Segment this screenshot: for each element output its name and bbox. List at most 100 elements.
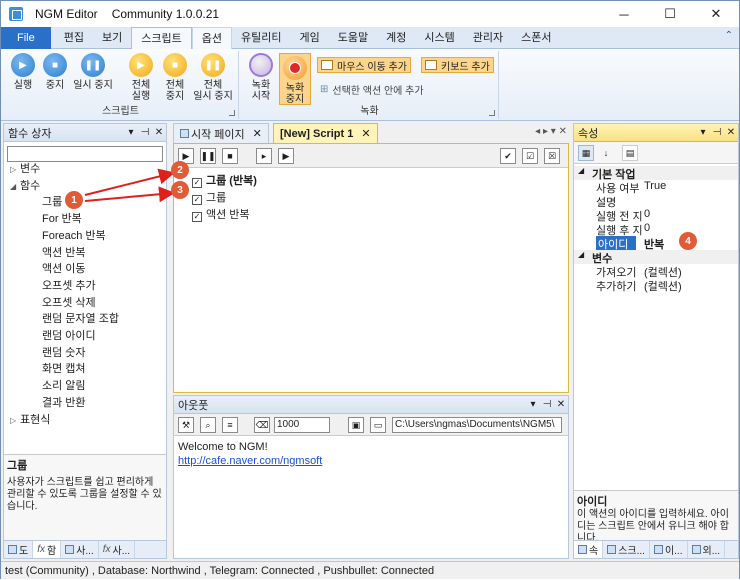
tab-images[interactable]: 이... <box>650 541 688 558</box>
uncheck-icon[interactable]: ☒ <box>544 148 560 164</box>
script-stop-icon[interactable]: ■ <box>222 148 238 164</box>
property-row[interactable]: 실행 후 지0 <box>574 222 738 237</box>
tab-properties[interactable]: 속 <box>574 541 604 558</box>
function-tree-item[interactable]: 랜덤 문자열 조합 <box>42 310 119 326</box>
tab-external[interactable]: 외... <box>688 541 726 558</box>
tab-help[interactable]: 도움말 <box>329 27 377 49</box>
tab-admin[interactable]: 관리자 <box>464 27 512 49</box>
tab-script[interactable]: 스크립트 <box>131 27 192 49</box>
tab-new-script[interactable]: [New] Script 1 ✕ <box>273 123 378 143</box>
close-button[interactable]: ✕ <box>693 1 739 27</box>
tab-scripts[interactable]: 스크... <box>603 541 650 558</box>
line-count-input[interactable]: 1000 <box>274 417 330 433</box>
expanded-arrow-icon[interactable]: ◢ <box>10 182 20 191</box>
stop-all-button[interactable]: ■ 전체 중지 <box>159 53 191 102</box>
tab-account[interactable]: 계정 <box>377 27 415 49</box>
keyboard-add-button[interactable]: 키보드 추가 <box>421 57 494 73</box>
log-icon[interactable]: ⌕ <box>200 417 216 433</box>
action-item[interactable]: ✓ 그룹 <box>192 189 226 205</box>
property-row[interactable]: 사용 여부 True <box>574 180 738 195</box>
tab-system[interactable]: 시스템 <box>415 27 463 49</box>
property-row[interactable]: 실행 전 지0 <box>574 208 738 223</box>
dropdown-icon[interactable]: ▾ <box>124 127 138 138</box>
stop-button[interactable]: ■ 중지 <box>39 53 71 91</box>
list-icon[interactable]: ≡ <box>222 417 238 433</box>
collapsed-arrow-icon[interactable]: ▷ <box>10 416 20 425</box>
record-start-button[interactable]: 녹화 시작 <box>245 53 277 102</box>
function-tree-item[interactable]: 그룹 <box>42 193 62 209</box>
script-group-launcher-icon[interactable] <box>229 110 235 116</box>
check-all-icon[interactable]: ✔ <box>500 148 516 164</box>
sort-az-icon[interactable]: ↓ <box>598 145 614 161</box>
tab-game[interactable]: 게임 <box>290 27 328 49</box>
folder-icon[interactable]: ▭ <box>370 417 386 433</box>
record-group-launcher-icon[interactable] <box>489 110 495 116</box>
maximize-button[interactable]: ☐ <box>647 1 693 27</box>
eraser-icon[interactable]: ⌫ <box>254 417 270 433</box>
close-tab-icon[interactable]: ✕ <box>253 127 262 140</box>
run-all-button[interactable]: ▶ 전체 실행 <box>125 53 157 102</box>
dropdown-icon[interactable]: ▾ <box>696 127 710 138</box>
function-tree-item[interactable]: 액션 이동 <box>42 260 86 276</box>
doc-close-icon[interactable]: ✕ <box>559 126 567 137</box>
pin-icon[interactable]: ⊣ <box>710 127 724 138</box>
property-row[interactable]: 가져오기 (컬렉션) <box>574 264 738 279</box>
property-pages-icon[interactable]: ▤ <box>622 145 638 161</box>
collapse-icon[interactable]: ◢ <box>578 250 584 259</box>
property-category[interactable]: ◢ 기본 작업 <box>574 166 738 181</box>
action-item[interactable]: ✓ 그룹 (반복) <box>192 172 257 188</box>
property-category[interactable]: ◢ 변수 <box>574 250 738 265</box>
function-tree-item[interactable]: 오프셋 삭제 <box>42 294 96 310</box>
tab-functions[interactable]: fx 함 <box>33 541 62 558</box>
log-path-input[interactable]: C:\Users\ngmas\Documents\NGM5\ <box>392 417 562 433</box>
record-stop-button[interactable]: 녹화 중지 <box>279 53 311 105</box>
collapsed-arrow-icon[interactable]: ▷ <box>10 165 20 174</box>
output-link[interactable]: http://cafe.naver.com/ngmsoft <box>178 454 322 468</box>
property-row[interactable]: 추가하기 (컬렉션) <box>574 278 738 294</box>
tab-user-1[interactable]: 사... <box>61 541 99 558</box>
scroll-right-icon[interactable]: ▸ <box>543 126 548 137</box>
mouse-move-add-button[interactable]: 마우스 이동 추가 <box>317 57 411 73</box>
property-value[interactable]: 0 <box>644 208 650 220</box>
add-in-selected-button[interactable]: ⊞ 선택한 액션 안에 추가 <box>317 81 427 97</box>
script-run-to-icon[interactable]: ▶ <box>278 148 294 164</box>
tab-file[interactable]: File <box>1 27 51 49</box>
categorized-icon[interactable]: ▦ <box>578 145 594 161</box>
action-checkbox[interactable]: ✓ <box>192 195 202 205</box>
collapse-icon[interactable]: ◢ <box>578 166 584 175</box>
pause-button[interactable]: ❚❚ 일시 중지 <box>69 53 117 91</box>
property-value[interactable]: True <box>644 180 666 192</box>
dropdown-icon[interactable]: ▾ <box>526 399 540 410</box>
tab-options[interactable]: 옵션 <box>191 27 232 49</box>
action-checkbox[interactable]: ✓ <box>192 212 202 222</box>
run-button[interactable]: ▶ 실행 <box>7 53 39 91</box>
tab-sponsor[interactable]: 스폰서 <box>512 27 560 49</box>
function-tree-item[interactable]: ▷ 변수 <box>10 160 40 176</box>
function-tree-item[interactable]: Foreach 반복 <box>42 227 106 243</box>
close-panel-icon[interactable]: ✕ <box>724 127 738 138</box>
doc-dropdown-icon[interactable]: ▾ <box>551 126 556 137</box>
minimize-button[interactable]: ─ <box>601 1 647 27</box>
function-tree-item[interactable]: 랜덤 숫자 <box>42 344 86 360</box>
close-panel-icon[interactable]: ✕ <box>554 399 568 410</box>
pin-icon[interactable]: ⊣ <box>138 127 152 138</box>
tab-user-2[interactable]: fx 사... <box>99 541 136 558</box>
property-value[interactable]: (컬렉션) <box>644 278 682 294</box>
action-item[interactable]: ✓ 액션 반복 <box>192 206 250 222</box>
check-selected-icon[interactable]: ☑ <box>522 148 538 164</box>
function-tree-item[interactable]: 오프셋 추가 <box>42 277 96 293</box>
save-icon[interactable]: ▣ <box>348 417 364 433</box>
property-value[interactable]: 0 <box>644 222 650 234</box>
tab-utility[interactable]: 유틸리티 <box>232 27 290 49</box>
property-row[interactable]: 아이디 반복 <box>574 236 738 252</box>
function-tree-item[interactable]: For 반복 <box>42 210 82 226</box>
close-panel-icon[interactable]: ✕ <box>152 127 166 138</box>
ribbon-collapse-icon[interactable]: ⌃ <box>725 30 733 41</box>
function-tree-item[interactable]: 결과 반환 <box>42 394 86 410</box>
function-tree-item[interactable]: ▷ 표현식 <box>10 411 50 427</box>
script-step-icon[interactable]: ▸ <box>256 148 272 164</box>
tab-start-page[interactable]: 시작 페이지 ✕ <box>173 123 269 143</box>
tab-view[interactable]: 보기 <box>93 27 131 49</box>
action-checkbox[interactable]: ✓ <box>192 178 202 188</box>
function-tree-item[interactable]: 액션 반복 <box>42 244 86 260</box>
